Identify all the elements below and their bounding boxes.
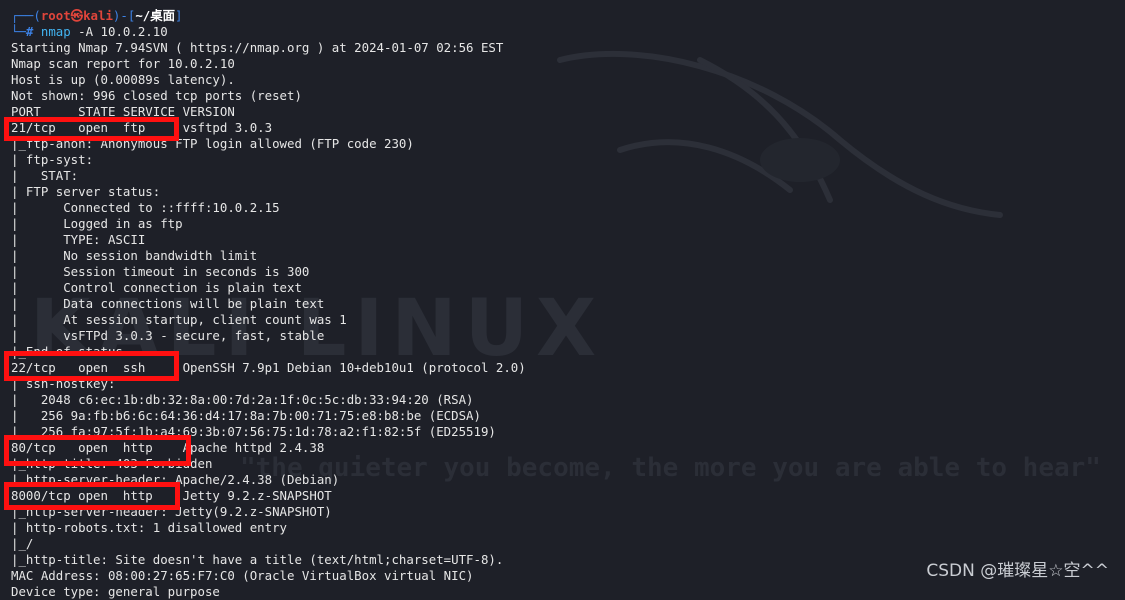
command-line: └─# nmap -A 10.0.2.10 xyxy=(11,24,1111,40)
output-line: | TYPE: ASCII xyxy=(11,232,146,247)
output-line: | Logged in as ftp xyxy=(11,216,183,231)
output-line: | STAT: xyxy=(11,168,79,183)
prompt-hash: # xyxy=(25,24,34,39)
output-line: Nmap scan report for 10.0.2.10 xyxy=(11,56,235,71)
terminal-output[interactable]: ┌──(root㉿kali)-[~/桌面] └─# nmap -A 10.0.2… xyxy=(11,8,1111,600)
output-line: Host is up (0.00089s latency). xyxy=(11,72,235,87)
output-line: | No session bandwidth limit xyxy=(11,248,258,263)
output-line: | 256 9a:fb:b6:6c:64:36:d4:17:8a:7b:00:7… xyxy=(11,408,481,423)
highlight-box-port-22 xyxy=(4,351,179,381)
output-line: |_/ xyxy=(11,536,34,551)
output-line: | FTP server status: xyxy=(11,184,161,199)
output-line: | 2048 c6:ec:1b:db:32:8a:00:7d:2a:1f:0c:… xyxy=(11,392,474,407)
highlight-box-port-8000 xyxy=(4,482,180,510)
prompt-frame-bottom: └─ xyxy=(11,24,26,39)
output-line: | Connected to ::ffff:10.0.2.15 xyxy=(11,200,280,215)
output-line: Not shown: 996 closed tcp ports (reset) xyxy=(11,88,302,103)
output-line: Device type: general purpose xyxy=(11,584,220,599)
prompt-directory: ~/桌面 xyxy=(135,8,176,23)
highlight-box-port-21 xyxy=(4,117,179,141)
csdn-watermark: CSDN @璀璨星☆空^^ xyxy=(926,561,1109,581)
output-line: | Control connection is plain text xyxy=(11,280,302,295)
output-line: | Data connections will be plain text xyxy=(11,296,325,311)
prompt-line: ┌──(root㉿kali)-[~/桌面] xyxy=(11,8,1111,24)
output-line: | At session startup, client count was 1 xyxy=(11,312,347,327)
prompt-user: root㉿kali xyxy=(40,8,113,23)
output-line: Starting Nmap 7.94SVN ( https://nmap.org… xyxy=(11,40,504,55)
highlight-box-port-80 xyxy=(4,435,191,466)
command-args: -A 10.0.2.10 xyxy=(70,24,168,39)
output-line: | Session timeout in seconds is 300 xyxy=(11,264,310,279)
prompt-frame-open: ┌──( xyxy=(11,8,41,23)
output-line: | http-robots.txt: 1 disallowed entry xyxy=(11,520,288,535)
output-line: | ftp-syst: xyxy=(11,152,94,167)
prompt-frame-close: ] xyxy=(175,8,183,23)
output-line: | vsFTPd 3.0.3 - secure, fast, stable xyxy=(11,328,325,343)
command-name: nmap xyxy=(40,24,71,39)
prompt-frame-mid: )-[ xyxy=(112,8,136,23)
